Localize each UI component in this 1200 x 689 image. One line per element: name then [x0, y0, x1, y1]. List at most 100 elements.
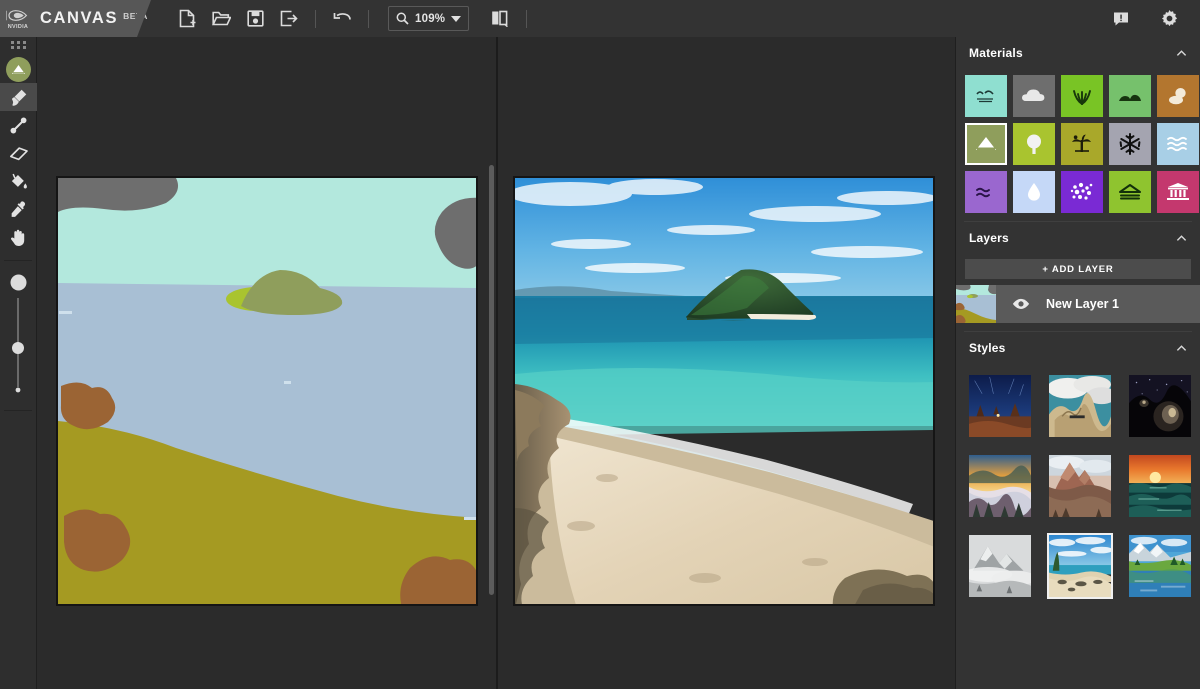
brush-size-slider-knob[interactable]	[12, 342, 24, 354]
material-grass[interactable]	[1061, 75, 1103, 117]
eyedropper-icon	[11, 201, 25, 217]
open-button[interactable]	[204, 0, 238, 37]
confetti-icon	[1070, 182, 1093, 200]
render-canvas[interactable]	[496, 37, 955, 689]
tree-icon	[1027, 134, 1041, 154]
rail-divider	[4, 260, 32, 261]
style-thumb-6[interactable]	[1127, 453, 1193, 519]
layer-visibility-toggle[interactable]	[996, 298, 1046, 310]
material-swatch-button[interactable]	[0, 55, 37, 83]
chevron-up-icon[interactable]	[1176, 48, 1187, 59]
material-snow[interactable]	[1109, 123, 1151, 165]
grass-icon	[1073, 90, 1091, 105]
material-cloud[interactable]	[1013, 75, 1055, 117]
paint-bucket-icon	[11, 173, 27, 188]
split-panel-icon	[491, 10, 508, 27]
chevron-up-icon[interactable]	[1176, 343, 1187, 354]
add-layer-label: + ADD LAYER	[1042, 263, 1114, 275]
toolbar-separator-3	[526, 9, 528, 28]
chevron-up-icon[interactable]	[1176, 233, 1187, 244]
add-layer-button[interactable]: + ADD LAYER	[965, 259, 1191, 279]
material-water[interactable]	[1157, 123, 1199, 165]
floppy-disk-icon	[246, 10, 264, 27]
split-view-button[interactable]	[483, 0, 517, 37]
new-file-icon	[179, 9, 195, 28]
paintbrush-icon	[12, 89, 27, 106]
hand-icon	[10, 229, 25, 246]
folder-open-icon	[211, 11, 231, 26]
materials-section-header[interactable]: Materials	[956, 37, 1200, 69]
brush-size-slider[interactable]	[0, 291, 36, 388]
layer-thumbnail	[956, 285, 996, 323]
zoom-value: 109%	[415, 12, 446, 25]
material-sea[interactable]	[965, 171, 1007, 213]
eraser-icon	[9, 146, 28, 160]
snowflake-icon	[1119, 133, 1141, 155]
eyedropper-tool[interactable]	[0, 195, 37, 223]
app-brand: NVIDIA CANVAS BETA	[0, 0, 151, 37]
save-button[interactable]	[238, 0, 272, 37]
style-thumb-9[interactable]	[1127, 533, 1193, 599]
hut-icon	[1119, 184, 1141, 200]
sketch-artwork[interactable]	[56, 176, 478, 606]
material-fog[interactable]	[1013, 171, 1055, 213]
style-thumb-3[interactable]	[1127, 373, 1193, 439]
material-tree[interactable]	[1013, 123, 1055, 165]
export-icon	[280, 10, 298, 27]
layers-section-header[interactable]: Layers	[956, 222, 1200, 254]
zoom-control[interactable]: 109%	[388, 6, 470, 31]
styles-section-header[interactable]: Styles	[956, 332, 1200, 364]
material-hill[interactable]	[1061, 123, 1103, 165]
styles-grid	[956, 364, 1200, 608]
materials-title: Materials	[969, 46, 1023, 60]
layer-row[interactable]: New Layer 1	[956, 285, 1200, 323]
style-thumb-1[interactable]	[967, 373, 1033, 439]
beta-badge: BETA	[123, 11, 148, 21]
waves-icon	[1167, 136, 1187, 152]
material-bush[interactable]	[1109, 75, 1151, 117]
undo-button[interactable]	[325, 0, 359, 37]
style-thumb-4[interactable]	[967, 453, 1033, 519]
render-image	[515, 178, 933, 604]
workspace	[37, 37, 955, 689]
material-mountain[interactable]	[965, 123, 1007, 165]
material-ruins[interactable]	[1157, 171, 1199, 213]
rendered-artwork[interactable]	[513, 176, 935, 606]
line-tool[interactable]	[0, 111, 37, 139]
paint-brush-tool[interactable]	[0, 83, 37, 111]
file-actions-group: 109%	[170, 0, 536, 37]
brush-size-slider-track[interactable]	[12, 298, 24, 388]
new-document-button[interactable]	[170, 0, 204, 37]
fill-tool[interactable]	[0, 167, 37, 195]
chevron-down-icon	[451, 15, 462, 22]
material-sky[interactable]	[965, 75, 1007, 117]
right-panel: Materials Layers + ADD LAYER New Layer 1…	[955, 37, 1200, 689]
undo-arrow-icon	[333, 12, 351, 20]
bush-icon	[1119, 94, 1141, 101]
style-thumb-2[interactable]	[1047, 373, 1113, 439]
toolbar-separator-2	[368, 9, 369, 28]
export-button[interactable]	[272, 0, 306, 37]
materials-grid	[956, 69, 1200, 221]
material-dirt[interactable]	[1157, 75, 1199, 117]
droplet-icon	[1028, 183, 1040, 201]
toolbar-right-group	[1104, 0, 1200, 37]
sketch-canvas[interactable]	[37, 37, 496, 689]
layers-title: Layers	[969, 231, 1009, 245]
material-flowers[interactable]	[1061, 171, 1103, 213]
magnifier-icon	[396, 12, 409, 25]
feedback-button[interactable]	[1104, 0, 1138, 37]
style-thumb-7[interactable]	[967, 533, 1033, 599]
pan-tool[interactable]	[0, 223, 37, 251]
toolbar-separator-1	[315, 9, 316, 28]
material-rock[interactable]	[1109, 171, 1151, 213]
active-material-chip	[6, 56, 31, 82]
drag-grip-icon[interactable]	[0, 37, 36, 55]
settings-button[interactable]	[1152, 0, 1186, 37]
feedback-message-icon	[1114, 12, 1128, 25]
style-thumb-8[interactable]	[1047, 533, 1113, 599]
cloud-icon	[1022, 89, 1045, 101]
style-thumb-5[interactable]	[1047, 453, 1113, 519]
eye-icon	[1012, 298, 1030, 309]
eraser-tool[interactable]	[0, 139, 37, 167]
